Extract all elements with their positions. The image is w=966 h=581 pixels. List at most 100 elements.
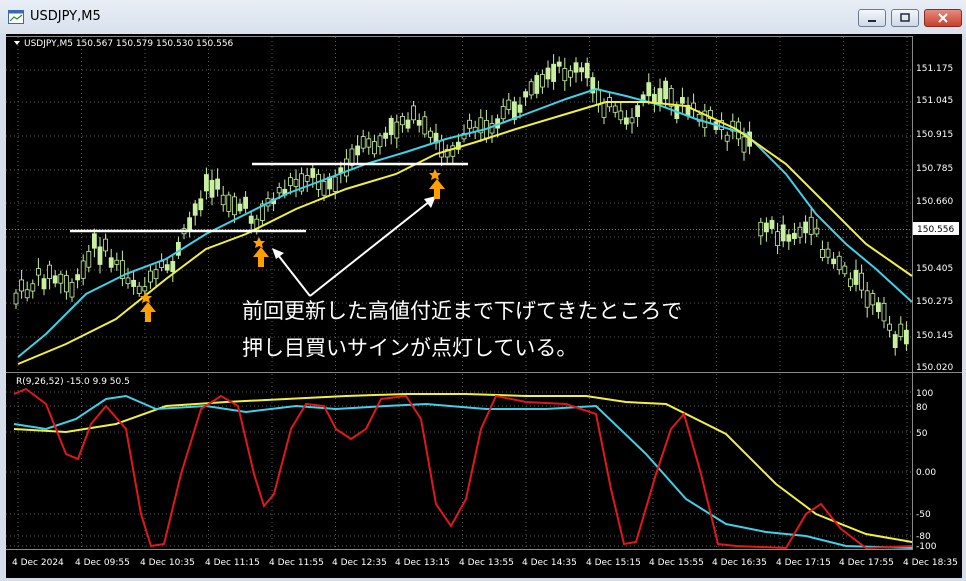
candle-body xyxy=(360,136,366,149)
svg-text:-50: -50 xyxy=(916,510,931,520)
signal-star-icon xyxy=(253,237,265,248)
window-title: USDJPY,M5 xyxy=(30,9,101,24)
candle-body xyxy=(741,136,747,153)
svg-text:4 Dec 17:15: 4 Dec 17:15 xyxy=(776,558,831,568)
candle-body xyxy=(629,117,635,124)
candle-body xyxy=(147,270,153,283)
candle-body xyxy=(287,177,293,186)
candle-body xyxy=(842,265,848,275)
price-scale: 151.175 151.045 150.915 150.785 150.660 … xyxy=(916,64,953,373)
candle-body xyxy=(355,145,361,156)
candle-body xyxy=(394,121,400,139)
candle-body xyxy=(573,62,579,73)
candle-body xyxy=(864,290,870,308)
svg-text:0.00: 0.00 xyxy=(916,468,936,478)
candle-body xyxy=(103,238,108,252)
svg-text:4 Dec 2024: 4 Dec 2024 xyxy=(12,558,64,568)
candle-body xyxy=(41,278,47,290)
candle-body xyxy=(887,323,892,331)
candle-body xyxy=(343,158,349,177)
svg-text:150.915: 150.915 xyxy=(916,130,953,140)
candle-body xyxy=(814,227,820,235)
candle-body xyxy=(528,81,534,96)
candle-body xyxy=(568,70,573,78)
candle-body xyxy=(86,251,92,268)
chart-window-icon xyxy=(8,10,24,24)
candle-body xyxy=(523,91,528,98)
candle-body xyxy=(646,82,652,97)
candle-body xyxy=(19,279,25,292)
candle-body xyxy=(64,275,69,293)
candle-body xyxy=(635,105,640,117)
candle-body xyxy=(237,203,243,212)
candle-body xyxy=(383,132,389,139)
candle-body xyxy=(427,130,433,138)
candle-body xyxy=(24,289,30,299)
candle-body xyxy=(786,234,792,242)
candle-body xyxy=(153,269,159,280)
svg-text:50: 50 xyxy=(916,429,928,439)
candle-body xyxy=(612,105,618,113)
annotation-pointer xyxy=(272,196,436,297)
candle-body xyxy=(52,275,58,284)
restore-button[interactable] xyxy=(891,9,919,27)
svg-text:4 Dec 15:55: 4 Dec 15:55 xyxy=(649,558,704,568)
candle-body xyxy=(618,110,624,121)
candle-body xyxy=(47,264,52,279)
candle-body xyxy=(881,302,887,322)
oscillator-grid xyxy=(6,374,912,549)
candle-body xyxy=(215,178,221,190)
candle-body xyxy=(175,241,181,256)
svg-text:4 Dec 14:35: 4 Dec 14:35 xyxy=(522,558,577,568)
candle-body xyxy=(517,104,523,113)
candle-body xyxy=(411,105,417,121)
candle-body xyxy=(876,302,881,312)
candle-body xyxy=(803,221,808,234)
candle-body xyxy=(596,88,601,106)
svg-text:-80: -80 xyxy=(916,532,931,542)
candle-body xyxy=(450,145,456,157)
candle-body xyxy=(293,178,299,187)
buy-arrow-icon xyxy=(429,179,445,199)
candle-body xyxy=(540,74,545,88)
candle-body xyxy=(108,257,114,268)
title-bar[interactable]: USDJPY,M5 xyxy=(0,0,966,34)
candle-body xyxy=(467,119,473,129)
chart-area[interactable]: 前回更新した高値付近まで下げてきたところで 押し目買いサインが点灯している。 U… xyxy=(6,34,962,578)
candle-body xyxy=(136,285,142,294)
candle-body xyxy=(231,196,237,216)
candle-body xyxy=(545,67,551,80)
close-button[interactable] xyxy=(924,9,962,27)
candle-body xyxy=(797,226,803,238)
candle-body xyxy=(825,248,831,258)
terminal-window: USDJPY,M5 前回更新した高値付近まで下げてきたところで 押し目買いサイン… xyxy=(0,0,966,581)
candle-body xyxy=(831,258,836,265)
candle-body xyxy=(203,174,209,192)
candle-body xyxy=(310,168,316,178)
candle-body xyxy=(506,99,512,110)
svg-text:150.275: 150.275 xyxy=(916,297,953,307)
candle-body xyxy=(114,259,120,265)
candle-body xyxy=(69,282,75,298)
candle-body xyxy=(243,196,249,209)
minimize-button[interactable] xyxy=(858,9,886,27)
svg-text:4 Dec 11:55: 4 Dec 11:55 xyxy=(269,558,324,568)
close-icon xyxy=(938,13,948,23)
candle-body xyxy=(276,187,282,194)
collapse-arrow-icon[interactable] xyxy=(14,41,20,45)
svg-text:4 Dec 17:55: 4 Dec 17:55 xyxy=(839,558,894,568)
candle-body xyxy=(534,75,540,94)
svg-text:4 Dec 10:35: 4 Dec 10:35 xyxy=(140,558,195,568)
signal-star-icon xyxy=(429,169,441,180)
buy-arrow-icon xyxy=(140,302,156,322)
candle-body xyxy=(304,175,310,182)
candle-body xyxy=(170,260,176,273)
restore-icon xyxy=(900,13,910,22)
candle-body xyxy=(579,67,584,73)
candle-body xyxy=(226,194,232,212)
candle-body xyxy=(836,255,842,271)
svg-text:-100: -100 xyxy=(916,542,937,552)
svg-text:150.145: 150.145 xyxy=(916,331,953,341)
candle-body xyxy=(724,134,730,142)
candle-body xyxy=(405,119,411,129)
